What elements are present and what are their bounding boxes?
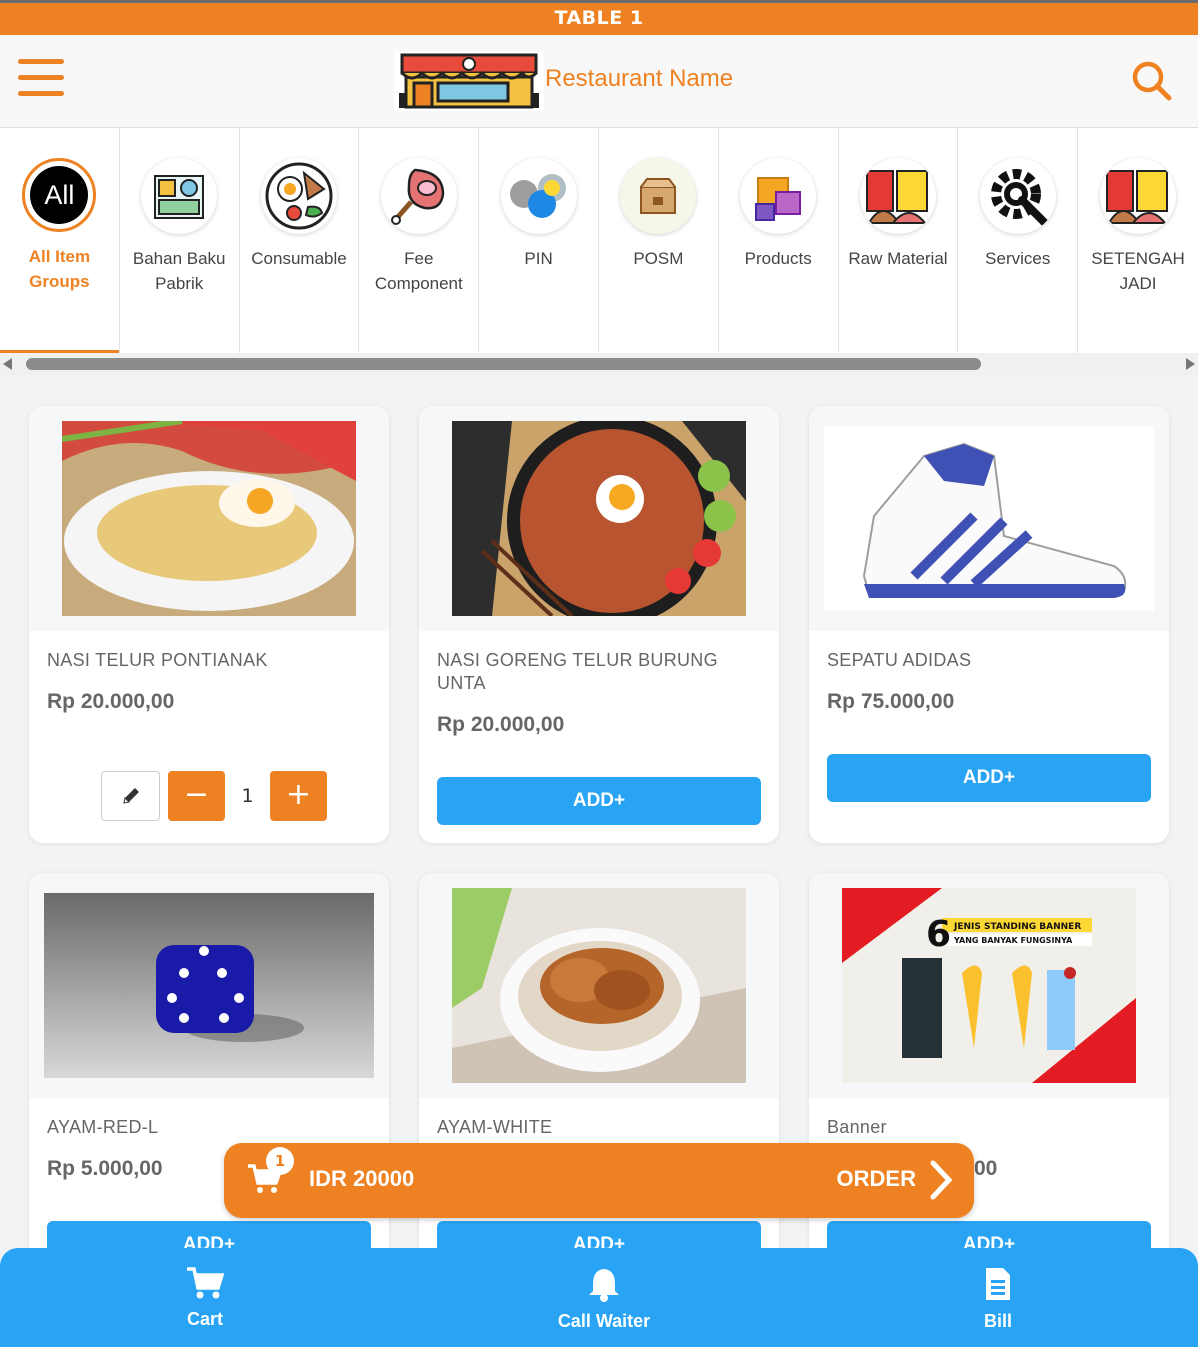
product-card[interactable]: NASI TELUR PONTIANAK Rp 20.000,00 − 1 + — [29, 406, 389, 843]
decrease-quantity-button[interactable]: − — [168, 771, 225, 821]
order-button-label[interactable]: ORDER — [837, 1166, 916, 1192]
scroll-left-icon[interactable] — [3, 358, 12, 370]
nav-bill[interactable]: Bill — [978, 1266, 1018, 1332]
category-label: All Item Groups — [28, 247, 91, 291]
raw-material-icon — [1100, 158, 1177, 234]
category-setengah-jadi[interactable]: SETENGAH JADI — [1078, 128, 1198, 353]
nav-cart[interactable]: Cart — [175, 1266, 235, 1330]
nav-label: Call Waiter — [557, 1311, 651, 1331]
restaurant-logo — [394, 51, 544, 111]
product-name: Banner — [827, 1117, 887, 1137]
ham-icon — [380, 158, 457, 234]
edit-note-button[interactable] — [101, 771, 160, 821]
product-price: Rp 20.000,00 — [437, 713, 565, 736]
pin-badges-icon — [500, 158, 577, 234]
category-label: POSM — [633, 249, 684, 268]
scrollbar-thumb[interactable] — [26, 358, 981, 370]
product-name: NASI TELUR PONTIANAK — [47, 650, 268, 670]
nav-label: Bill — [983, 1311, 1012, 1331]
factory-materials-icon — [141, 158, 218, 234]
category-label: Raw Material — [848, 249, 948, 268]
scroll-right-icon[interactable] — [1186, 358, 1195, 370]
product-image — [824, 426, 1154, 611]
product-price: Rp 20.000,00 — [47, 690, 175, 713]
category-label: Bahan Baku Pabrik — [132, 249, 226, 293]
category-label: PIN — [524, 249, 553, 268]
product-card[interactable]: AYAM-WHITE ADD+ — [419, 873, 779, 1293]
product-card[interactable]: 6 JENIS STANDING BANNER YANG BANYAK FUNG… — [809, 873, 1169, 1293]
quantity-stepper: − 1 + — [101, 771, 327, 821]
products-boxes-icon — [740, 158, 817, 234]
cart-count-badge: 1 — [266, 1147, 294, 1175]
product-image: 6 JENIS STANDING BANNER YANG BANYAK FUNG… — [842, 888, 1136, 1083]
meal-plate-icon — [260, 158, 337, 234]
product-image — [452, 888, 746, 1083]
menu-icon[interactable] — [18, 59, 64, 99]
product-card[interactable]: SEPATU ADIDAS Rp 75.000,00 ADD+ — [809, 406, 1169, 843]
category-products[interactable]: Products — [719, 128, 839, 353]
product-card[interactable]: AYAM-RED-L Rp 5.000,00 ADD+ — [29, 873, 389, 1293]
category-raw-material[interactable]: Raw Material — [839, 128, 959, 353]
order-total: IDR 20000 — [309, 1166, 415, 1191]
add-to-cart-button[interactable]: ADD+ — [437, 777, 761, 825]
product-price: Rp 75.000,00 — [827, 690, 955, 713]
category-tabs: All All Item Groups Bahan Baku Pabrik Co… — [0, 128, 1198, 353]
bottom-navigation: Cart Call Waiter Bill — [0, 1248, 1198, 1347]
nav-label: Cart — [186, 1309, 223, 1329]
product-card[interactable]: NASI GORENG TELUR BURUNG UNTA Rp 20.000,… — [419, 406, 779, 843]
nav-call-waiter[interactable]: Call Waiter — [544, 1266, 664, 1332]
all-icon: All — [22, 158, 97, 232]
category-all-item-groups[interactable]: All All Item Groups — [0, 128, 120, 353]
product-name: AYAM-WHITE — [437, 1117, 553, 1137]
svg-text:6: 6 — [926, 914, 951, 955]
cart-icon — [187, 1267, 225, 1299]
category-pin[interactable]: PIN — [479, 128, 599, 353]
product-name: NASI GORENG TELUR BURUNG UNTA — [437, 650, 718, 693]
product-image — [452, 421, 746, 616]
search-icon[interactable] — [1130, 59, 1174, 103]
pencil-icon — [122, 788, 139, 804]
order-summary-bar[interactable]: 1 IDR 20000 ORDER — [224, 1143, 974, 1218]
category-fee-component[interactable]: Fee Component — [359, 128, 480, 353]
table-banner: TABLE 1 — [0, 0, 1198, 35]
product-image — [44, 893, 374, 1078]
restaurant-name: Restaurant Name — [545, 65, 734, 92]
svg-text:JENIS STANDING BANNER: JENIS STANDING BANNER — [953, 922, 1081, 932]
raw-material-icon — [859, 158, 936, 234]
quantity-value: 1 — [241, 785, 254, 807]
category-posm[interactable]: POSM — [599, 128, 719, 353]
svg-text:YANG BANYAK FUNGSINYA: YANG BANYAK FUNGSINYA — [953, 936, 1073, 945]
product-image — [62, 421, 356, 616]
category-label: Services — [985, 249, 1051, 268]
chevron-right-icon[interactable] — [928, 1159, 954, 1205]
app-header: Restaurant Name — [0, 35, 1198, 128]
category-label: SETENGAH JADI — [1091, 249, 1185, 293]
category-label: Fee Component — [374, 249, 463, 293]
add-to-cart-button[interactable]: ADD+ — [827, 754, 1151, 802]
bell-icon — [589, 1269, 619, 1302]
category-services[interactable]: Services — [958, 128, 1079, 353]
horizontal-scrollbar[interactable] — [0, 353, 1198, 375]
category-bahan-baku-pabrik[interactable]: Bahan Baku Pabrik — [120, 128, 240, 353]
bill-icon — [986, 1268, 1010, 1300]
gear-wrench-icon — [979, 158, 1056, 234]
category-label: Products — [744, 249, 812, 268]
increase-quantity-button[interactable]: + — [270, 771, 327, 821]
category-consumable[interactable]: Consumable — [240, 128, 360, 353]
product-name: SEPATU ADIDAS — [827, 650, 972, 670]
category-label: Consumable — [251, 249, 347, 268]
product-name: AYAM-RED-L — [47, 1117, 159, 1137]
box-icon — [620, 158, 697, 234]
